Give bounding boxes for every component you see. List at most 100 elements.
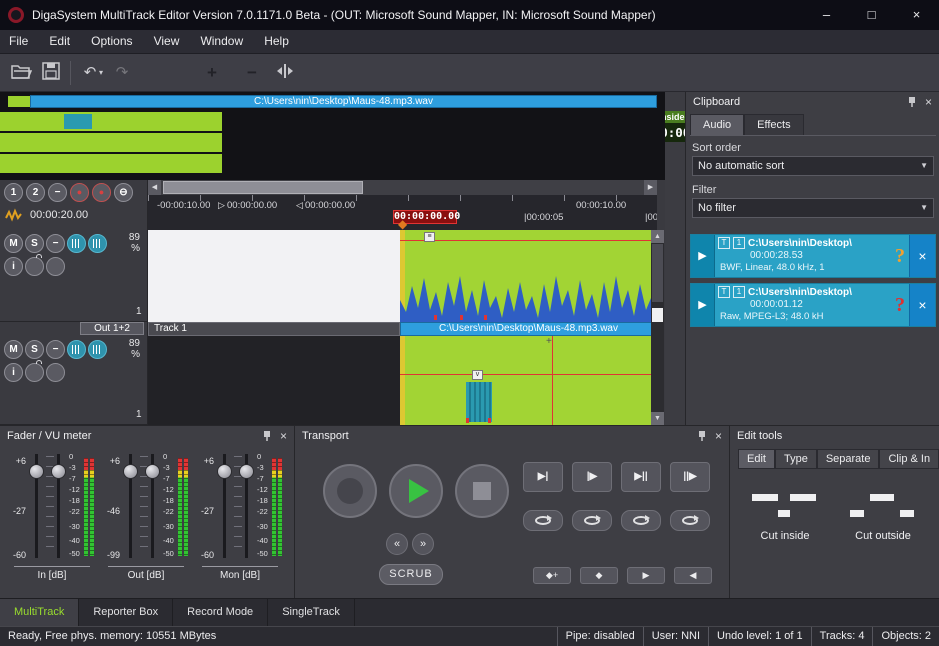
close-button[interactable]: × — [894, 0, 939, 30]
track1-minus-button[interactable]: − — [46, 234, 65, 253]
fader-knob[interactable] — [29, 464, 44, 479]
prev-marker-button[interactable]: ◀ — [674, 567, 712, 584]
remove-clip-button[interactable]: × — [909, 235, 935, 277]
tab-effects[interactable]: Effects — [744, 114, 803, 135]
stop-button[interactable] — [455, 464, 509, 518]
close-panel-icon[interactable]: × — [925, 96, 932, 109]
close-panel-icon[interactable]: × — [715, 430, 722, 443]
play-from-start-button[interactable]: |▶ — [572, 462, 612, 492]
record-button[interactable] — [323, 464, 377, 518]
overview-clip-marker[interactable] — [64, 114, 92, 129]
marker-add-button[interactable]: ◆+ — [533, 567, 571, 584]
minimize-button[interactable]: – — [804, 0, 849, 30]
record-marker-1-icon[interactable]: ● — [70, 183, 89, 202]
play-clip-icon[interactable]: ▶ — [691, 235, 715, 277]
play-button[interactable] — [389, 464, 443, 518]
forward-button[interactable]: » — [412, 533, 434, 555]
track1-name-bar[interactable]: Track 1 — [148, 322, 400, 336]
track1-info-button[interactable]: i — [4, 257, 23, 276]
clear-marker-button[interactable]: − — [48, 183, 67, 202]
mark-in-flag-icon[interactable]: ▷ — [218, 200, 225, 211]
sort-order-select[interactable]: No automatic sort ▼ — [692, 156, 934, 176]
tab-singletrack[interactable]: SingleTrack — [268, 599, 355, 627]
maximize-button[interactable]: □ — [849, 0, 894, 30]
track1-audio-object[interactable]: ≡ — [400, 230, 651, 322]
loop-button-3[interactable] — [621, 510, 661, 531]
fader-knob[interactable] — [123, 464, 138, 479]
fader-knob[interactable] — [239, 464, 254, 479]
track1-mute-button[interactable]: M — [4, 234, 23, 253]
tab-audio[interactable]: Audio — [690, 114, 744, 135]
object-marker-icon[interactable]: v — [472, 370, 483, 380]
playhead-marker-icon[interactable]: ◆ — [398, 217, 407, 230]
timeline-hscrollbar[interactable]: ◀ ▶ — [148, 180, 657, 195]
marker-2-button[interactable]: 2 — [26, 183, 45, 202]
cut-outside-button[interactable]: Cut outside — [836, 486, 930, 570]
tab-separate[interactable]: Separate — [817, 449, 880, 469]
pin-icon[interactable] — [697, 430, 707, 443]
zoom-in-icon[interactable]: + — [200, 62, 224, 84]
overview-selected-object[interactable]: C:\Users\nin\Desktop\Maus-48.mp3.wav — [30, 95, 657, 108]
tab-type[interactable]: Type — [775, 449, 817, 469]
scroll-left-icon[interactable]: ◀ — [148, 180, 161, 195]
object-level-line[interactable] — [400, 240, 651, 241]
fader-knob[interactable] — [217, 464, 232, 479]
overview-track2-bar[interactable] — [0, 112, 222, 131]
menu-file[interactable]: File — [0, 30, 37, 53]
next-marker-button[interactable]: ▶ — [627, 567, 665, 584]
fader-knob[interactable] — [145, 464, 160, 479]
save-icon[interactable] — [42, 62, 66, 84]
scroll-right-icon[interactable]: ▶ — [644, 180, 657, 195]
loop-button-4[interactable] — [670, 510, 710, 531]
filter-select[interactable]: No filter ▼ — [692, 198, 934, 218]
play-to-end-button[interactable]: ▶| — [523, 462, 563, 492]
tab-reporter-box[interactable]: Reporter Box — [79, 599, 173, 627]
overview-track4-bar[interactable] — [0, 154, 222, 173]
tab-record-mode[interactable]: Record Mode — [173, 599, 268, 627]
track1-meter-left-icon[interactable] — [67, 234, 86, 253]
record-marker-2-icon[interactable]: ● — [92, 183, 111, 202]
track2-lock-button[interactable] — [25, 363, 44, 382]
play-clip-icon[interactable]: ▶ — [691, 284, 715, 326]
open-folder-icon[interactable] — [10, 62, 34, 84]
scroll-down-icon[interactable]: ▼ — [651, 412, 664, 425]
fader-knob[interactable] — [51, 464, 66, 479]
track2-info-button[interactable]: i — [4, 363, 23, 382]
track2-audio-object[interactable]: + v — [400, 336, 651, 425]
pin-icon[interactable] — [262, 430, 272, 443]
vscroll-thumb[interactable] — [652, 244, 663, 302]
scrub-button[interactable]: SCRUB — [379, 564, 443, 585]
rewind-button[interactable]: « — [386, 533, 408, 555]
track1-record-arm-button[interactable] — [46, 257, 65, 276]
goto-marker-icon[interactable] — [276, 62, 300, 84]
hscroll-thumb[interactable] — [163, 181, 363, 194]
clipboard-item-1[interactable]: ▶ T1C:\Users\nin\Desktop\ 00:00:28.53 BW… — [690, 234, 936, 278]
loop-button-1[interactable] — [523, 510, 563, 531]
track1-object-title-bar[interactable]: C:\Users\nin\Desktop\Maus-48.mp3.wav — [400, 322, 657, 336]
overview-track3-bar[interactable] — [0, 133, 222, 152]
cut-inside-button[interactable]: Cut inside — [738, 486, 832, 570]
track1-empty-area[interactable] — [148, 230, 400, 322]
track1-lock-button[interactable] — [25, 257, 44, 276]
marker-button[interactable]: ◆ — [580, 567, 618, 584]
track2-empty-area[interactable] — [148, 336, 400, 425]
track1-solo-button[interactable]: S — [25, 234, 44, 253]
vscroll-splitter[interactable] — [652, 308, 663, 322]
menu-view[interactable]: View — [145, 30, 189, 53]
remove-clip-button[interactable]: × — [909, 284, 935, 326]
track2-mute-button[interactable]: M — [4, 340, 23, 359]
track1-meter-right-icon[interactable] — [88, 234, 107, 253]
tab-edit[interactable]: Edit — [738, 449, 775, 469]
zoom-out-icon[interactable]: − — [240, 62, 264, 84]
clipboard-item-2[interactable]: ▶ T1C:\Users\nin\Desktop\ 00:00:01.12 Ra… — [690, 283, 936, 327]
menu-options[interactable]: Options — [82, 30, 141, 53]
wave-jump-icon[interactable] — [4, 206, 23, 225]
tab-clip-in[interactable]: Clip & In — [879, 449, 939, 469]
loop-button-2[interactable] — [572, 510, 612, 531]
menu-help[interactable]: Help — [255, 30, 298, 53]
pin-icon[interactable] — [907, 96, 917, 109]
play-around-button[interactable]: ||▶ — [670, 462, 710, 492]
track2-record-arm-button[interactable] — [46, 363, 65, 382]
play-selection-button[interactable]: ▶|| — [621, 462, 661, 492]
track2-meter-left-icon[interactable] — [67, 340, 86, 359]
